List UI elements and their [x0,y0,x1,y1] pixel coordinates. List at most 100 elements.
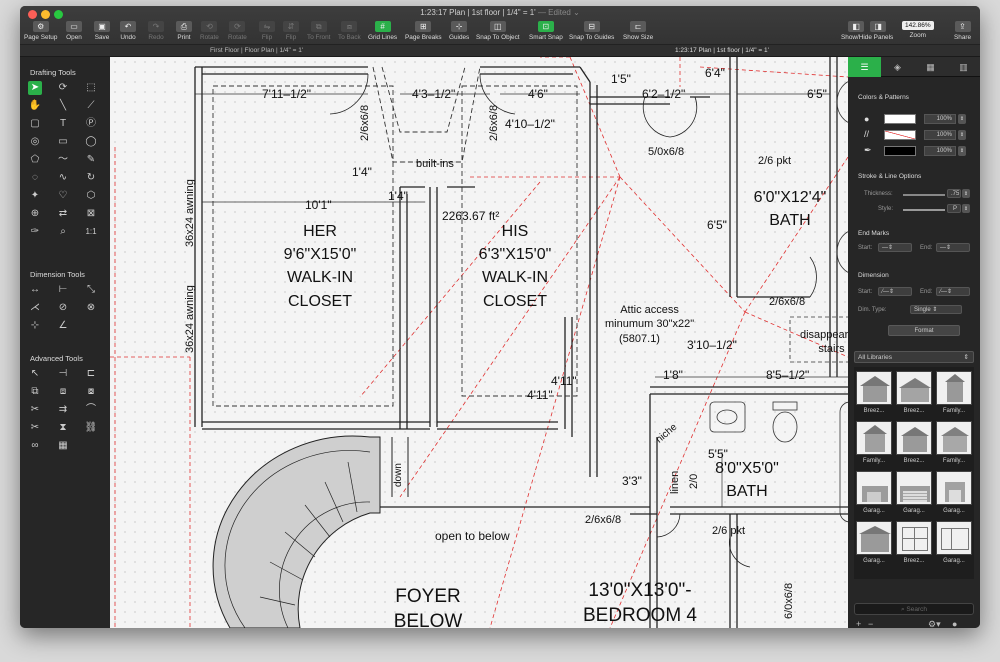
horizontal-dimension-tool[interactable]: ↔ [28,283,42,297]
add-point-tool[interactable]: ⊣ [56,367,70,381]
pattern-opacity-stepper[interactable]: ⇕ [958,130,966,140]
end-start-select[interactable]: —⇕ [878,243,912,252]
dim-start-select[interactable]: ⁄—⇕ [878,287,912,296]
show-size-toggle[interactable]: ⊏ Show Size [623,21,653,43]
library-settings-button[interactable]: ⚙▾ [928,619,941,628]
pen-opacity[interactable]: 100% [924,146,956,156]
tab-chart[interactable]: ▥ [947,57,980,77]
library-item[interactable]: Breez... [896,371,932,414]
smart-snap-toggle[interactable]: ⊡ Smart Snap [529,21,563,43]
library-item[interactable]: Breez... [896,421,932,464]
undo-button[interactable]: ↶ Undo [120,21,136,43]
vertical-dimension-tool[interactable]: ⊢ [56,283,70,297]
save-button[interactable]: ▣ Save [94,21,110,43]
dim-type-select[interactable]: Single ⇕ [910,305,962,314]
rotate-tool[interactable]: ⟳ [56,81,70,95]
shape-tool[interactable]: ⬡ [84,189,98,203]
oval-tool[interactable]: ◯ [84,135,98,149]
zoom-value[interactable]: 142.86% [902,21,934,30]
fill-opacity-stepper[interactable]: ⇕ [958,114,966,124]
open-button[interactable]: ▭ Open [66,21,82,43]
tab-grid[interactable]: ▦ [914,57,947,77]
library-item[interactable]: Garag... [936,471,972,514]
library-search-input[interactable]: ⌕ Search [854,603,974,615]
curve-tool[interactable]: ↻ [84,171,98,185]
library-item[interactable]: Garag... [896,471,932,514]
star-tool[interactable]: ✦ [28,189,42,203]
zoom-tool[interactable]: ⌕ [56,225,70,239]
library-item[interactable]: Garag... [856,471,892,514]
pencil-tool[interactable]: ✎ [84,153,98,167]
page-breaks-toggle[interactable]: ⊞ Page Breaks [405,21,442,43]
format-button[interactable]: Format [888,325,960,336]
tab-layers[interactable]: ◈ [881,57,914,77]
radius-dimension-tool[interactable]: ⊗ [84,301,98,315]
rotate-right-button[interactable]: ⟳ Rotate [228,21,247,43]
drawing-canvas[interactable]: 7'11–1/2" 4'3–1/2" 4'6" 1'5" 6'4" 6'2–1/… [110,57,848,628]
grid-lines-toggle[interactable]: # Grid Lines [368,21,397,43]
arc-tool[interactable]: ◌ [28,171,42,185]
pattern-swatch[interactable] [884,130,916,140]
rectangle-tool[interactable]: ▢ [28,117,42,131]
reshape-tool[interactable]: ↖ [28,367,42,381]
to-front-button[interactable]: ⧉ To Front [307,21,330,43]
text-tool[interactable]: T [56,117,70,131]
extend-tool[interactable]: ⇉ [56,403,70,417]
eyedropper-tool[interactable]: ✑ [28,225,42,239]
style-stepper[interactable]: ⇕ [962,204,970,213]
crosshair-tool[interactable]: ⊕ [28,207,42,221]
thickness-value[interactable]: .75 [947,189,961,198]
rounded-rect-tool[interactable]: ◎ [28,135,42,149]
freehand-tool[interactable]: 〜 [56,153,70,167]
snap-to-object-toggle[interactable]: ◫ Snap To Object [476,21,520,43]
dim-end-select[interactable]: ⁄—⇕ [936,287,970,296]
text-box-tool[interactable]: Ⓟ [84,117,98,131]
library-item[interactable]: Breez... [856,371,892,414]
flip-horizontal-button[interactable]: ⇋ Flip [259,21,275,43]
mirror-tool[interactable]: ⧗ [56,421,70,435]
center-dimension-tool[interactable]: ⊹ [28,319,42,333]
share-button[interactable]: ⇪ Share [954,21,971,43]
thickness-stepper[interactable]: ⇕ [962,189,970,198]
angle-dimension-tool[interactable]: ∠ [56,319,70,333]
remove-library-button[interactable]: − [868,619,873,628]
perpendicular-dimension-tool[interactable]: ⋌ [28,301,42,315]
polygon-tool[interactable]: ⬠ [28,153,42,167]
library-item[interactable]: Garag... [856,521,892,564]
library-item[interactable]: Garag... [936,521,972,564]
fillet-tool[interactable]: ⌒ [84,403,98,417]
trim-tool[interactable]: ✂ [28,403,42,417]
pen-color-swatch[interactable] [884,146,916,156]
combine-tool[interactable]: ⧉ [28,385,42,399]
add-library-button[interactable]: + [856,619,861,628]
remove-point-tool[interactable]: ⊏ [84,367,98,381]
bezier-tool[interactable]: ∿ [56,171,70,185]
circle-dimension-tool[interactable]: ⊘ [56,301,70,315]
connector-tool[interactable]: ⇄ [56,207,70,221]
pattern-opacity[interactable]: 100% [924,130,956,140]
guides-toggle[interactable]: ⊹ Guides [449,21,469,43]
intersect-tool[interactable]: ⧇ [84,385,98,399]
library-item[interactable]: Family... [936,371,972,414]
library-item[interactable]: Breez... [896,521,932,564]
fill-opacity[interactable]: 100% [924,114,956,124]
image-tool[interactable]: ⊠ [84,207,98,221]
flip-vertical-button[interactable]: ⇵ Flip [283,21,299,43]
line-tool[interactable]: ╲ [56,99,70,113]
select-arrow-tool[interactable]: ➤ [28,81,42,95]
break-tool[interactable]: ✂ [28,421,42,435]
chain-tool[interactable]: ⛓ [84,421,98,435]
heart-shape-tool[interactable]: ♡ [56,189,70,203]
snap-to-guides-toggle[interactable]: ⊟ Snap To Guides [569,21,614,43]
library-item[interactable]: Family... [856,421,892,464]
hand-pan-tool[interactable]: ✋ [28,99,42,113]
pen-opacity-stepper[interactable]: ⇕ [958,146,966,156]
cut-rect-tool[interactable]: ▭ [56,135,70,149]
slope-dimension-tool[interactable]: ⤡ [84,283,98,297]
style-value[interactable]: P [947,204,961,213]
tab-floor-plan[interactable]: First Floor | Floor Plan | 1/4" = 1' [210,47,303,54]
perpendicular-line-tool[interactable]: ⟋ [84,99,98,113]
to-back-button[interactable]: ⧈ To Back [338,21,361,43]
rotate-left-button[interactable]: ⟲ Rotate [200,21,219,43]
tab-styles[interactable]: ☰ [848,57,881,77]
